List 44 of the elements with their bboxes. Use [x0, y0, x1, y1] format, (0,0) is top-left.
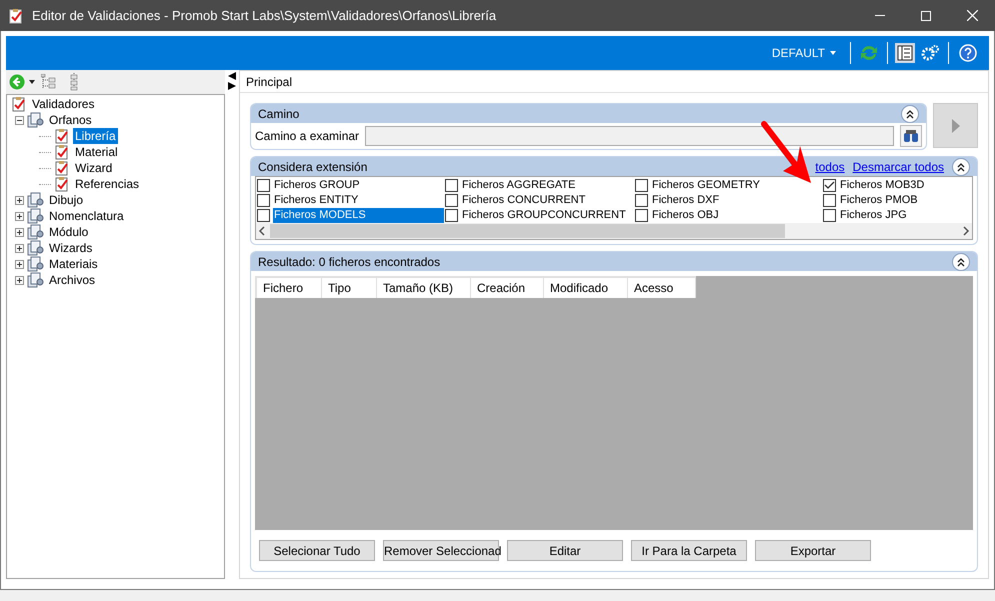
column-header[interactable]: Tamaño (KB) — [377, 278, 471, 298]
checkbox-label[interactable]: Ficheros OBJ — [651, 208, 822, 223]
group-title: Camino — [258, 106, 300, 122]
checkbox-label[interactable]: Ficheros CONCURRENT — [461, 193, 634, 208]
tree-item[interactable]: Materiais — [47, 256, 100, 272]
checkbox-label[interactable]: Ficheros GROUPCONCURRENT — [461, 208, 634, 223]
profile-dropdown[interactable]: DEFAULT — [772, 44, 850, 62]
checkbox-label[interactable]: Ficheros AGGREGATE — [461, 178, 634, 193]
column-header[interactable]: Tipo — [322, 278, 377, 298]
column-header[interactable]: Creación — [471, 278, 544, 298]
column-header[interactable]: Acesso — [628, 278, 696, 298]
tree-item[interactable]: Nomenclatura — [47, 208, 126, 224]
field-label: Camino a examinar — [255, 128, 360, 145]
window-title: Editor de Validaciones - Promob Start Labs\System\Validadores\Orfanos\Librería — [32, 6, 496, 25]
checkbox-label[interactable]: Ficheros JPG — [839, 208, 972, 223]
group-title: Considera extensión — [258, 158, 368, 176]
action-button[interactable]: Remover Seleccionad — [383, 540, 499, 561]
tree-item[interactable]: Material — [73, 144, 120, 160]
mark-all-link[interactable]: todos — [815, 158, 845, 176]
action-button[interactable]: Exportar — [755, 540, 871, 561]
action-button[interactable]: Selecionar Tudo — [259, 540, 375, 561]
checkbox-label[interactable]: Ficheros DXF — [651, 193, 822, 208]
unmark-all-link[interactable]: Desmarcar todos — [852, 158, 944, 176]
principal-tab[interactable]: Principal — [246, 72, 292, 90]
checkbox-label[interactable]: Ficheros MODELS — [273, 208, 444, 223]
tree-item[interactable]: Archivos — [47, 272, 98, 288]
action-button[interactable]: Ir Para la Carpeta — [631, 540, 747, 561]
checkbox-label[interactable]: Ficheros PMOB — [839, 193, 972, 208]
checkbox-label[interactable]: Ficheros MOB3D — [839, 178, 972, 193]
action-button[interactable]: Editar — [507, 540, 623, 561]
tree-item[interactable]: Wizards — [47, 240, 94, 256]
tree-item[interactable]: Dibujo — [47, 192, 86, 208]
column-header[interactable]: Fichero — [257, 278, 322, 298]
tree-item[interactable]: Módulo — [47, 224, 90, 240]
tree-item[interactable]: Wizard — [73, 160, 114, 176]
column-header[interactable]: Modificado — [544, 278, 628, 298]
tree-item[interactable]: Orfanos — [47, 112, 94, 128]
checkbox-label[interactable]: Ficheros GROUP — [273, 178, 444, 193]
tree-item[interactable]: Referencias — [73, 176, 142, 192]
checkbox-label[interactable]: Ficheros ENTITY — [273, 193, 444, 208]
tree-item[interactable]: Librería — [73, 128, 118, 144]
checkbox-label[interactable]: Ficheros GEOMETRY — [651, 178, 822, 193]
group-title: Resultado: 0 ficheros encontrados — [258, 254, 440, 270]
tree-item[interactable]: Validadores — [30, 96, 96, 112]
